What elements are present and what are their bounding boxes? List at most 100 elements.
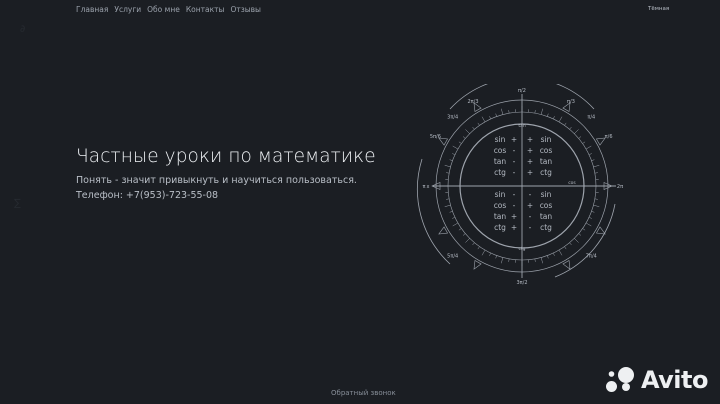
outer-arc [554,203,616,278]
degree-tick [452,145,459,150]
nav-link-contacts[interactable]: Контакты [186,5,225,14]
degree-tick [588,217,592,219]
top-navigation: Главная Услуги Обо мне Контакты Отзывы [76,5,261,14]
hero-phone: Телефон: +7(953)-723-55-08 [76,190,219,201]
degree-tick [462,136,466,139]
degree-tick [452,153,456,155]
degree-tick [553,252,555,256]
degree-tick [547,113,549,117]
sign-symbol: + [527,157,533,166]
nav-link-home[interactable]: Главная [76,5,108,14]
nav-link-services[interactable]: Услуги [114,5,141,14]
sign-fn-label: cos [494,146,507,155]
degree-tick [444,165,451,168]
degree-tick [501,257,504,264]
sign-symbol: + [511,212,517,221]
angle-label: π/2 [518,88,526,94]
hero-title: Частные уроки по математике [76,146,376,167]
degree-tick [472,126,475,130]
degree-tick [578,233,582,236]
degree-tick [591,211,595,213]
degree-tick [564,122,567,126]
nav-link-reviews[interactable]: Отзывы [230,5,261,14]
degree-tick [553,116,555,120]
unit-circle-illustration: π/2 3π/2 π 2π π/3 2π/3 π/6 5π/6 π/4 3π/4 7π/4 5π/4 s… [410,77,630,288]
angle-label: 3π/2 [516,280,527,286]
degree-tick [547,255,549,259]
degree-tick [444,204,451,207]
degree-tick [594,172,598,174]
sign-fn-label: sin [541,135,552,144]
sign-symbol: - [529,212,532,221]
angle-label: 3π/4 [447,115,458,121]
cos-axis-label: cos [568,181,576,186]
degree-tick [594,198,598,200]
sign-fn-label: cos [540,146,553,155]
degree-tick [465,238,470,243]
degree-tick [569,126,572,130]
angle-marker-triangle [473,259,482,270]
degree-tick [574,129,579,134]
degree-tick [452,222,459,227]
degree-tick [540,108,543,115]
sign-symbol: + [527,135,533,144]
callback-link[interactable]: Обратный звонок [331,389,396,397]
background-formula-mark: ∑ [14,198,21,209]
degree-tick [446,172,450,174]
degree-tick [569,242,572,246]
avito-dots-icon [605,367,634,392]
degree-tick [489,116,491,120]
theme-toggle[interactable]: Тёмная [648,6,669,12]
degree-tick [574,238,579,243]
degree-tick [495,255,497,259]
angle-label: 7π/4 [586,253,597,259]
avito-wordmark: Avito [640,366,709,394]
degree-tick [465,129,470,134]
sign-fn-label: tan [494,157,507,166]
sign-fn-label: cos [540,201,553,210]
degree-tick [588,153,592,155]
angle-label: 2π/3 [467,99,478,105]
degree-tick [449,159,453,161]
angle-label: π [422,184,425,190]
degree-tick [462,233,466,236]
unit-circle-svg: π/2 3π/2 π 2π π/3 2π/3 π/6 5π/6 π/4 3π/4 7π/4 5π/4 s… [417,77,623,286]
degree-tick [508,258,510,262]
sign-symbol: - [529,190,532,199]
degree-tick [564,246,567,250]
angle-label: π/6 [605,134,613,140]
degree-tick [481,249,486,256]
degree-tick [534,258,536,262]
angle-label: π/3 [567,99,575,105]
degree-tick [481,116,486,123]
sign-symbol: + [527,168,533,177]
degree-tick [449,211,453,213]
degree-tick [540,257,543,264]
x-axis-label: x [427,184,430,190]
degree-tick [558,116,563,123]
degree-tick [489,252,491,256]
degree-tick [534,110,536,114]
degree-tick [578,136,582,139]
degree-tick [593,204,600,207]
degree-tick [582,141,586,144]
sign-fn-label: tan [540,157,553,166]
degree-tick [558,249,563,256]
degree-tick [591,159,595,161]
sign-fn-label: ctg [494,223,506,232]
hero-subtitle: Понять - значит привыкнуть и научиться п… [76,175,357,186]
sign-fn-label: sin [495,190,506,199]
angle-marker-triangle [438,226,449,235]
sign-symbol: - [513,190,516,199]
tan-axis-label: tan [518,123,526,129]
sign-symbol: - [513,146,516,155]
sign-fn-label: cos [494,201,507,210]
degree-tick [452,217,456,219]
degree-tick [582,228,586,231]
sign-fn-label: sin [495,135,506,144]
nav-link-about[interactable]: Обо мне [147,5,180,14]
ctg-axis-label: ctg [518,246,525,252]
degree-tick [458,228,462,231]
sign-symbol: - [513,157,516,166]
sign-symbol: + [527,146,533,155]
